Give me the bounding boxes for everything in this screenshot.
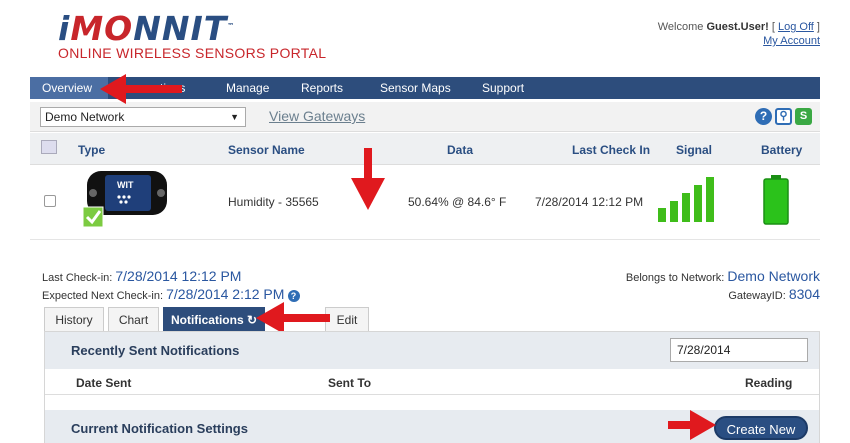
belongs-label: Belongs to Network:: [625, 272, 728, 284]
signal-strength-icon: [658, 177, 714, 222]
row-checkbox[interactable]: [44, 195, 56, 207]
next-checkin-label: Expected Next Check-in:: [42, 290, 167, 302]
red-down-arrow-annotation: [351, 148, 385, 210]
notification-settings-title: Current Notification Settings: [71, 421, 248, 436]
toolbar-icons: ? ⚲ S: [755, 108, 812, 125]
chevron-down-icon: ▼: [230, 112, 239, 122]
welcome-text: Welcome: [657, 21, 707, 33]
nav-support[interactable]: Support: [482, 77, 524, 99]
svg-text:WIT: WIT: [117, 180, 134, 190]
toolbar: Demo Network ▼ View Gateways ? ⚲ S: [30, 102, 820, 132]
imonnit-logo[interactable]: iMONNIT™ ONLINE WIRELESS SENSORS PORTAL: [58, 8, 327, 62]
network-info: Belongs to Network: Demo Network Gateway…: [626, 268, 820, 304]
divider: [45, 394, 819, 395]
network-select-value: Demo Network: [45, 110, 125, 124]
checkin-info: Last Check-in: 7/28/2014 12:12 PM Expect…: [42, 268, 300, 304]
sensor-name[interactable]: Humidity - 35565: [228, 195, 319, 209]
tab-edit[interactable]: Edit: [325, 307, 369, 331]
red-left-arrow-annotation: [256, 302, 330, 334]
nav-manage[interactable]: Manage: [226, 77, 269, 99]
nav-sensor-maps[interactable]: Sensor Maps: [380, 77, 451, 99]
col-date-sent: Date Sent: [76, 376, 132, 390]
sensor-device-icon: WIT: [83, 171, 167, 227]
last-checkin-label: Last Check-in:: [42, 272, 116, 284]
col-signal: Signal: [676, 143, 713, 157]
select-all-checkbox[interactable]: [41, 140, 57, 154]
create-new-button[interactable]: Create New: [714, 416, 808, 440]
network-select[interactable]: Demo Network ▼: [40, 107, 246, 127]
refresh-icon[interactable]: S: [795, 108, 812, 125]
log-off-link[interactable]: Log Off: [778, 21, 814, 33]
recent-notifications-header: Recently Sent Notifications 7/28/2014: [45, 332, 819, 369]
col-sensor-name: Sensor Name: [228, 143, 305, 157]
col-data: Data: [447, 143, 474, 157]
tab-notifications[interactable]: Notifications ↻: [163, 307, 265, 331]
belongs-value[interactable]: Demo Network: [727, 268, 820, 284]
header: iMONNIT™ ONLINE WIRELESS SENSORS PORTAL …: [0, 0, 850, 72]
logo-wordmark: iMONNIT™: [58, 9, 236, 48]
nav-reports[interactable]: Reports: [301, 77, 343, 99]
red-right-arrow-annotation: [668, 410, 716, 440]
col-sent-to: Sent To: [328, 376, 372, 390]
recent-notifications-title: Recently Sent Notifications: [71, 343, 240, 358]
red-left-arrow-annotation: [100, 74, 182, 104]
tab-chart[interactable]: Chart: [108, 307, 159, 331]
welcome-user: Guest.User!: [706, 21, 769, 33]
col-reading: Reading: [745, 376, 793, 390]
view-gateways-link[interactable]: View Gateways: [269, 108, 365, 124]
search-icon[interactable]: ⚲: [775, 108, 792, 125]
help-icon[interactable]: ?: [287, 290, 300, 302]
col-last-check-in: Last Check In: [572, 143, 651, 157]
my-account-link[interactable]: My Account: [763, 35, 820, 47]
gateway-value: 8304: [788, 286, 820, 302]
gateway-label: GatewayID:: [728, 290, 789, 302]
last-checkin-value: 7/28/2014 12:12 PM: [115, 268, 242, 284]
battery-icon: [763, 175, 789, 225]
col-battery: Battery: [761, 143, 803, 157]
help-icon[interactable]: ?: [755, 108, 772, 125]
welcome-area: Welcome Guest.User! [ Log Off ] My Accou…: [657, 21, 820, 47]
sensor-last-check-in: 7/28/2014 12:12 PM: [535, 195, 644, 209]
col-type: Type: [78, 143, 106, 157]
logo-tagline: ONLINE WIRELESS SENSORS PORTAL: [58, 45, 327, 61]
tab-history[interactable]: History: [44, 307, 104, 331]
sensor-data: 50.64% @ 84.6° F: [408, 195, 507, 209]
next-checkin-value: 7/28/2014 2:12 PM: [166, 286, 285, 302]
date-filter-input[interactable]: 7/28/2014: [670, 338, 808, 362]
nav-overview[interactable]: Overview: [30, 77, 109, 99]
sensor-table-header: Type Sensor Name Data Last Check In Sign…: [30, 133, 820, 165]
table-row[interactable]: WIT Humidity - 35565 50.64% @ 84.6° F 7/…: [30, 165, 820, 240]
